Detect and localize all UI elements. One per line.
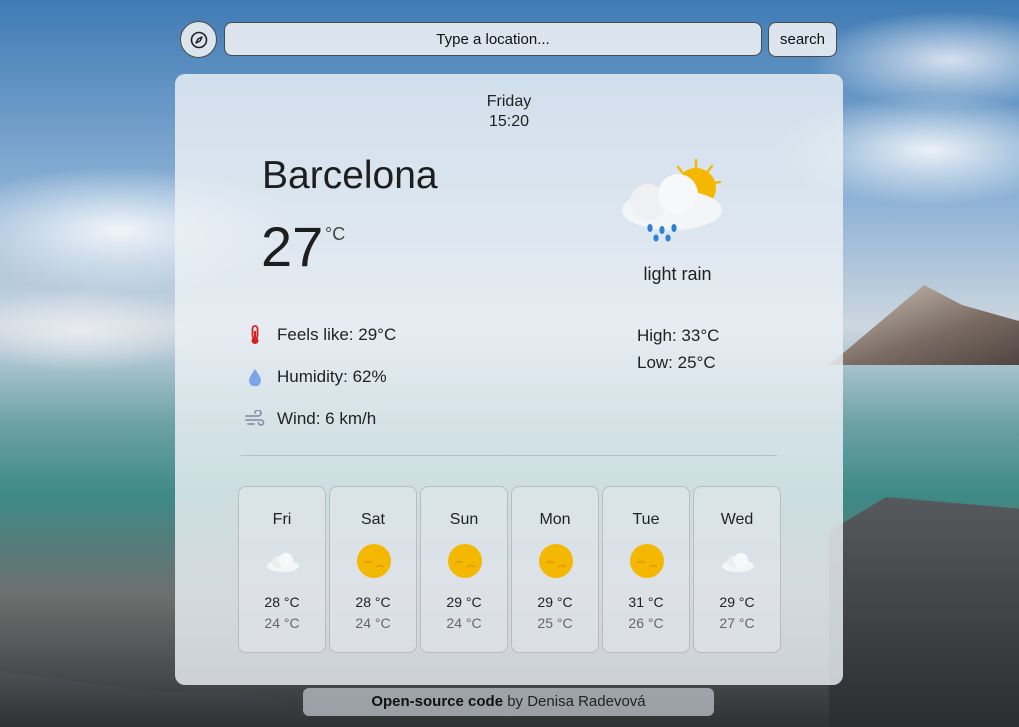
forecast-day-name: Wed bbox=[720, 511, 754, 528]
forecast-low: 24 °C bbox=[264, 615, 300, 631]
sun-icon bbox=[448, 544, 482, 578]
high-temperature: High: 33°C bbox=[637, 326, 720, 345]
forecast-day: Sun 29 °C 24 °C bbox=[420, 486, 508, 653]
forecast-low: 25 °C bbox=[537, 615, 573, 631]
forecast-day-name: Fri bbox=[272, 511, 292, 528]
city-name: Barcelona bbox=[262, 154, 438, 197]
forecast-day: Wed 29 °C 27 °C bbox=[693, 486, 781, 653]
forecast-high: 28 °C bbox=[264, 594, 300, 610]
low-temperature: Low: 25°C bbox=[637, 353, 716, 372]
background-mountain bbox=[829, 285, 1019, 365]
forecast-high: 29 °C bbox=[537, 594, 573, 610]
forecast-low: 26 °C bbox=[628, 615, 664, 631]
forecast-day: Tue 31 °C 26 °C bbox=[602, 486, 690, 653]
location-search-input[interactable] bbox=[224, 22, 762, 56]
sun-icon bbox=[357, 544, 391, 578]
wind-icon bbox=[245, 410, 265, 426]
wind-value: Wind: 6 km/h bbox=[277, 409, 377, 428]
forecast-high: 31 °C bbox=[628, 594, 664, 610]
forecast-high: 29 °C bbox=[719, 594, 755, 610]
feels-like-row: Feels like: 29°C bbox=[245, 325, 396, 345]
light-rain-sun-icon bbox=[622, 158, 722, 242]
forecast-high: 29 °C bbox=[446, 594, 482, 610]
sun-icon bbox=[630, 544, 664, 578]
forecast-day-name: Sun bbox=[449, 511, 479, 528]
footer-author: by Denisa Radevová bbox=[503, 693, 646, 710]
current-temperature: 27 bbox=[261, 215, 324, 278]
thermometer-icon bbox=[251, 325, 259, 344]
search-button[interactable]: search bbox=[768, 22, 837, 57]
current-location-button[interactable] bbox=[180, 21, 217, 58]
weather-condition: light rain bbox=[643, 264, 712, 284]
sun-icon bbox=[539, 544, 573, 578]
forecast-low: 27 °C bbox=[719, 615, 755, 631]
feels-like-value: Feels like: 29°C bbox=[277, 325, 397, 344]
forecast-day: Sat 28 °C 24 °C bbox=[329, 486, 417, 653]
source-code-link[interactable]: Open-source code bbox=[371, 693, 503, 710]
current-day: Friday bbox=[486, 93, 532, 110]
forecast-high: 28 °C bbox=[355, 594, 391, 610]
cloud-icon bbox=[267, 553, 299, 572]
forecast-day: Fri 28 °C 24 °C bbox=[238, 486, 326, 653]
wind-row: Wind: 6 km/h bbox=[245, 409, 376, 429]
temperature-unit: °C bbox=[325, 224, 346, 244]
forecast-low: 24 °C bbox=[446, 615, 482, 631]
forecast-day: Mon 29 °C 25 °C bbox=[511, 486, 599, 653]
forecast-low: 24 °C bbox=[355, 615, 391, 631]
forecast-day-name: Tue bbox=[632, 511, 660, 528]
water-drop-icon bbox=[249, 369, 261, 386]
footer: Open-source code by Denisa Radevová bbox=[303, 688, 714, 716]
humidity-row: Humidity: 62% bbox=[245, 367, 387, 387]
background-rocks bbox=[829, 497, 1019, 727]
forecast-list: Fri 28 °C 24 °C Sat 28 °C 24 °C Sun 29 °… bbox=[238, 486, 781, 653]
weather-card: Friday 15:20 Barcelona 27 °C light rain bbox=[175, 74, 843, 685]
compass-icon bbox=[190, 31, 207, 48]
humidity-value: Humidity: 62% bbox=[277, 367, 387, 386]
current-time: 15:20 bbox=[488, 113, 530, 130]
forecast-day-name: Mon bbox=[539, 511, 571, 528]
forecast-day-name: Sat bbox=[360, 511, 385, 528]
divider bbox=[241, 455, 777, 456]
search-bar: search bbox=[180, 20, 838, 58]
date-time: Friday 15:20 bbox=[175, 92, 843, 132]
cloud-icon bbox=[722, 553, 754, 572]
